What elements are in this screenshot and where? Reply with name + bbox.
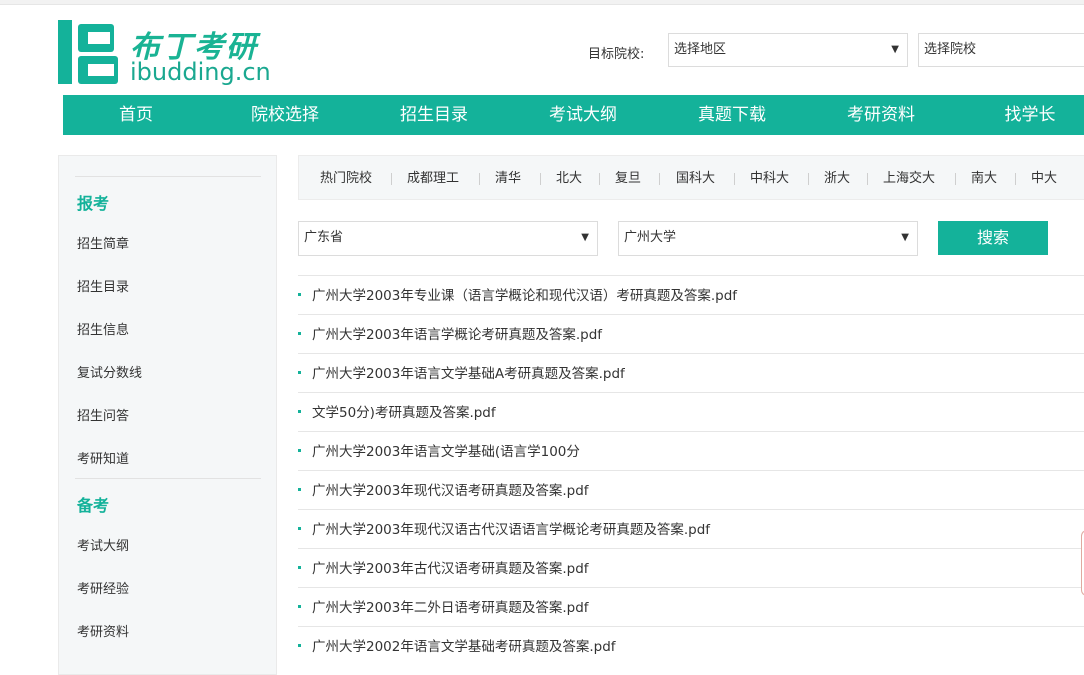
bullet-icon <box>298 605 301 608</box>
bullet-icon <box>298 410 301 413</box>
hot-school-link[interactable]: 南大 <box>971 156 997 201</box>
separator <box>734 173 735 185</box>
hot-schools-label: 热门院校 <box>320 171 373 186</box>
hot-school-link[interactable]: 国科大 <box>676 156 715 201</box>
nav-schools[interactable]: 院校选择 <box>225 95 345 135</box>
bullet-icon <box>298 449 301 452</box>
region-select-value: 选择地区 <box>674 42 727 57</box>
list-item: 广州大学2003年现代汉语古代汉语语言学概论考研真题及答案.pdf <box>298 509 1084 548</box>
sidebar-item-syllabus[interactable]: 考试大纲 <box>77 535 129 554</box>
result-link[interactable]: 文学50分)考研真题及答案.pdf <box>312 393 496 433</box>
search-button[interactable]: 搜索 <box>938 221 1048 255</box>
sidebar-divider <box>75 176 261 177</box>
sidebar-divider <box>75 478 261 479</box>
university-select[interactable]: 广州大学 ▼ <box>618 221 918 256</box>
bullet-icon <box>298 371 301 374</box>
separator <box>808 173 809 185</box>
hot-school-link[interactable]: 浙大 <box>824 156 850 201</box>
separator <box>479 173 480 185</box>
list-item: 广州大学2003年语言文学基础A考研真题及答案.pdf <box>298 353 1084 392</box>
sidebar-item-experience[interactable]: 考研经验 <box>77 578 129 597</box>
sidebar-item-info[interactable]: 招生信息 <box>77 319 129 338</box>
site-logo[interactable]: 布丁考研 ibudding.cn <box>58 20 271 88</box>
hot-schools-bar: 热门院校 成都理工 清华 北大 复旦 国科大 中科大 浙大 上海交大 南大 中大 <box>298 155 1084 200</box>
list-item: 文学50分)考研真题及答案.pdf <box>298 392 1084 431</box>
university-select-value: 广州大学 <box>624 230 677 245</box>
bullet-icon <box>298 644 301 647</box>
nav-syllabus[interactable]: 考试大纲 <box>523 95 643 135</box>
nav-home[interactable]: 首页 <box>76 95 196 135</box>
province-select[interactable]: 广东省 ▼ <box>298 221 598 256</box>
province-select-value: 广东省 <box>304 230 344 245</box>
result-link[interactable]: 广州大学2003年二外日语考研真题及答案.pdf <box>312 588 589 628</box>
target-school-label: 目标院校: <box>588 47 645 62</box>
result-link[interactable]: 广州大学2002年语言文学基础考研真题及答案.pdf <box>312 627 616 667</box>
sidebar-item-qa[interactable]: 招生问答 <box>77 405 129 424</box>
nav-find-senior[interactable]: 找学长 <box>970 95 1084 135</box>
hot-school-link[interactable]: 北大 <box>556 156 582 201</box>
result-link[interactable]: 广州大学2003年专业课（语言学概论和现代汉语）考研真题及答案.pdf <box>312 276 737 316</box>
chevron-down-icon: ▼ <box>581 232 589 243</box>
nav-exam-download[interactable]: 真题下载 <box>672 95 792 135</box>
list-item: 广州大学2003年语言文学基础(语言学100分 <box>298 431 1084 470</box>
top-border <box>0 0 1084 5</box>
logo-name-en: ibudding.cn <box>130 58 271 86</box>
separator <box>659 173 660 185</box>
bullet-icon <box>298 293 301 296</box>
bullet-icon <box>298 488 301 491</box>
sidebar-item-materials[interactable]: 考研资料 <box>77 621 129 640</box>
result-link[interactable]: 广州大学2003年现代汉语考研真题及答案.pdf <box>312 471 589 511</box>
separator <box>391 173 392 185</box>
logo-mark-icon <box>58 20 118 84</box>
main-nav: 首页 院校选择 招生目录 考试大纲 真题下载 考研资料 找学长 <box>63 95 1084 135</box>
results-list: 广州大学2003年专业课（语言学概论和现代汉语）考研真题及答案.pdf 广州大学… <box>298 275 1084 665</box>
hot-school-link[interactable]: 中大 <box>1031 156 1057 201</box>
result-link[interactable]: 广州大学2003年现代汉语古代汉语语言学概论考研真题及答案.pdf <box>312 510 710 550</box>
list-item: 广州大学2003年二外日语考研真题及答案.pdf <box>298 587 1084 626</box>
bullet-icon <box>298 527 301 530</box>
sidebar-item-catalog[interactable]: 招生目录 <box>77 276 129 295</box>
nav-materials[interactable]: 考研资料 <box>821 95 941 135</box>
separator <box>540 173 541 185</box>
list-item: 广州大学2003年古代汉语考研真题及答案.pdf <box>298 548 1084 587</box>
hot-school-link[interactable]: 复旦 <box>615 156 641 201</box>
bullet-icon <box>298 332 301 335</box>
chevron-down-icon: ▼ <box>891 44 899 55</box>
hot-school-link[interactable]: 中科大 <box>750 156 789 201</box>
separator <box>1015 173 1016 185</box>
list-item: 广州大学2003年语言学概论考研真题及答案.pdf <box>298 314 1084 353</box>
result-link[interactable]: 广州大学2003年语言学概论考研真题及答案.pdf <box>312 315 602 355</box>
sidebar-section-prepare: 备考 <box>77 496 110 515</box>
nav-catalog[interactable]: 招生目录 <box>374 95 494 135</box>
chevron-down-icon: ▼ <box>901 232 909 243</box>
separator <box>955 173 956 185</box>
list-item: 广州大学2003年专业课（语言学概论和现代汉语）考研真题及答案.pdf <box>298 275 1084 314</box>
list-item: 广州大学2002年语言文学基础考研真题及答案.pdf <box>298 626 1084 665</box>
hot-school-link[interactable]: 上海交大 <box>883 156 935 201</box>
bullet-icon <box>298 566 301 569</box>
hot-school-link[interactable]: 成都理工 <box>407 156 459 201</box>
sidebar-item-admission-guide[interactable]: 招生简章 <box>77 233 129 252</box>
list-item: 广州大学2003年现代汉语考研真题及答案.pdf <box>298 470 1084 509</box>
sidebar-section-apply: 报考 <box>77 194 110 213</box>
sidebar-item-knowledge[interactable]: 考研知道 <box>77 448 129 467</box>
result-link[interactable]: 广州大学2003年语言文学基础(语言学100分 <box>312 432 580 472</box>
hot-school-link[interactable]: 清华 <box>495 156 521 201</box>
result-link[interactable]: 广州大学2003年古代汉语考研真题及答案.pdf <box>312 549 589 589</box>
result-link[interactable]: 广州大学2003年语言文学基础A考研真题及答案.pdf <box>312 354 625 394</box>
region-select[interactable]: 选择地区 ▼ <box>668 33 908 67</box>
separator <box>599 173 600 185</box>
separator <box>867 173 868 185</box>
sidebar-item-retest-score[interactable]: 复试分数线 <box>77 362 142 381</box>
school-select-value: 选择院校 <box>924 42 977 57</box>
school-select[interactable]: 选择院校 <box>918 33 1084 67</box>
sidebar: 报考 招生简章 招生目录 招生信息 复试分数线 招生问答 考研知道 备考 考试大… <box>58 155 277 675</box>
